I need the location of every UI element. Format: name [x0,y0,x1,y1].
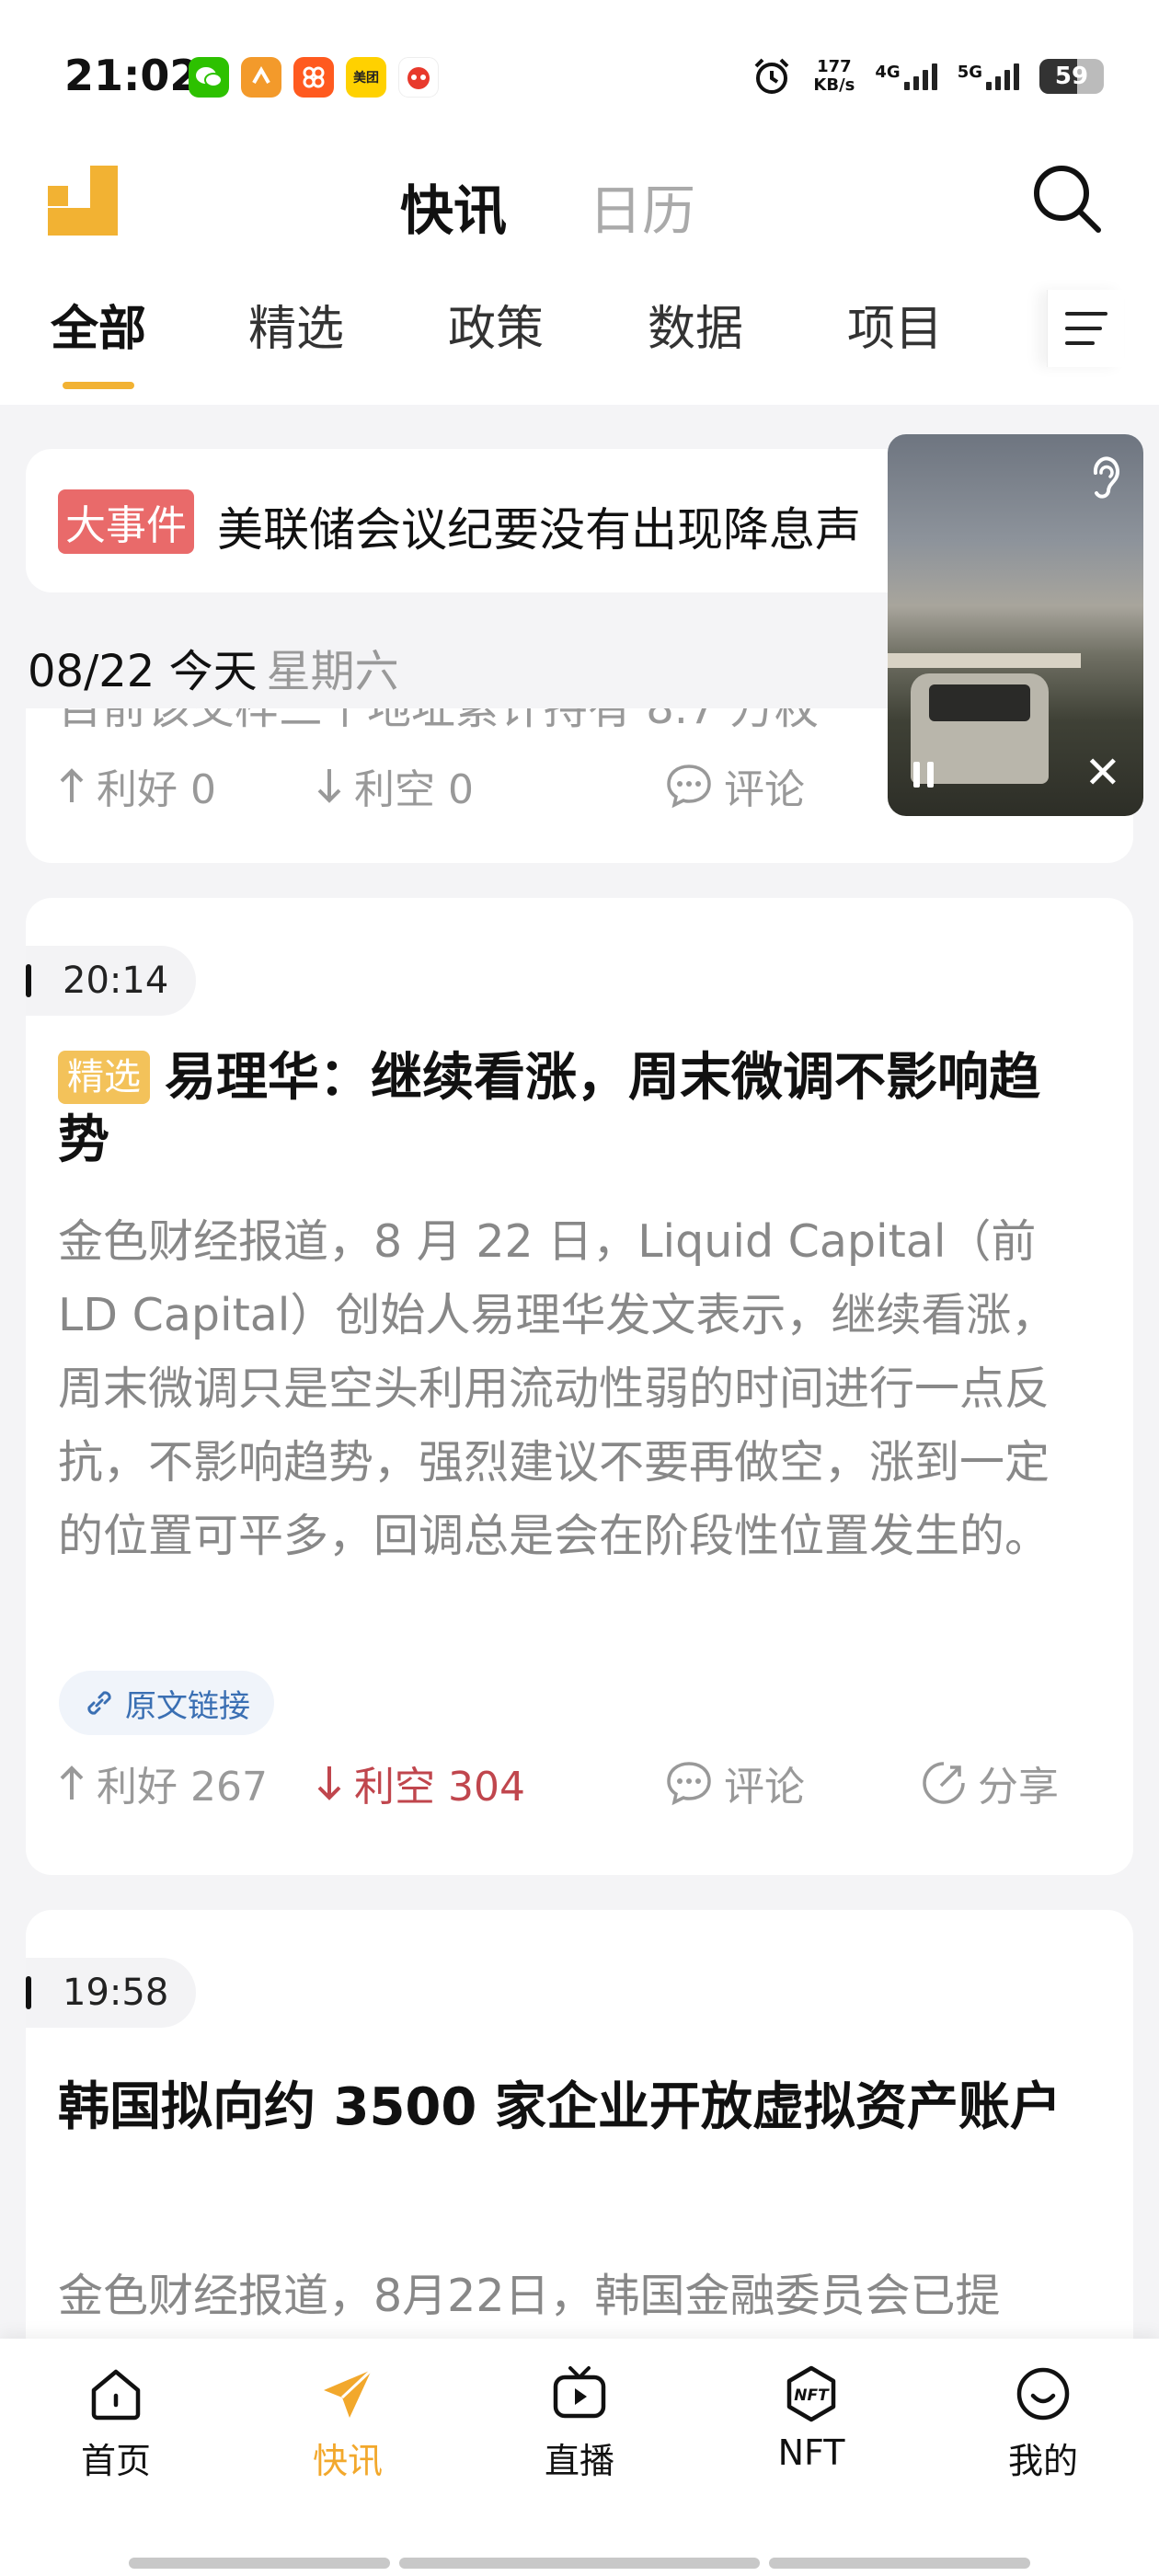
svg-text:NFT: NFT [794,2386,830,2405]
home-icon [91,2369,141,2421]
active-tab-indicator [63,382,134,389]
nav-nft[interactable]: NFT NFT [738,2364,885,2473]
nav-flash-news[interactable]: 快讯 [274,2364,421,2483]
category-tab-data[interactable]: 数据 [648,290,743,359]
bearish-button[interactable]: 利空 0 [316,756,665,815]
nav-home[interactable]: 首页 [42,2364,189,2483]
video-frame-canopy [888,653,1081,668]
tab-flash-news[interactable]: 快讯 [400,167,507,245]
gesture-bar [399,2558,760,2569]
tab-calendar[interactable]: 日历 [589,167,695,245]
gesture-bar [769,2558,1030,2569]
signal-bars-icon [903,63,937,90]
event-badge: 大事件 [58,489,194,554]
comment-icon [667,1762,711,1806]
news-body: 金色财经报道，8 月 22 日，Liquid Capital（前 LD Capi… [58,1215,1057,1562]
pause-icon[interactable] [913,762,934,788]
news-title[interactable]: 韩国拟向约 3500 家企业开放虚拟资产账户 [58,2066,1078,2149]
category-tabs: 全部 精选 政策 数据 项目 [0,290,1159,391]
status-bar: 21:02 美团 177 KB/s 4G 5G 59 [0,0,1159,156]
bullish-button[interactable]: 利好 0 [58,756,316,815]
menu-icon [1064,312,1107,345]
app-orange-icon [241,57,281,98]
arrow-down-icon [317,769,341,803]
battery-icon: 59 [1039,59,1104,94]
status-time: 21:02 [64,51,200,100]
wechat-icon [189,57,229,98]
share-button[interactable]: 分享 [921,1754,1059,1812]
floating-video-player[interactable]: ✕ [888,434,1143,816]
close-icon[interactable]: ✕ [1084,751,1121,795]
arrow-up-icon [60,1765,84,1800]
comment-button[interactable]: 评论 [665,756,805,815]
category-tab-policy[interactable]: 政策 [448,290,544,359]
category-tab-project[interactable]: 项目 [847,290,943,359]
signal-5g: 5G [958,63,1019,90]
link-icon [87,1691,111,1715]
date-header: 08/22 今天 星期六 [28,635,399,699]
signal-4g: 4G [875,63,937,90]
arrow-down-icon [317,1766,341,1800]
tv-play-icon [553,2366,606,2419]
nav-live[interactable]: 直播 [506,2364,653,2483]
signal-bars-icon [986,63,1019,90]
news-body: 金色财经报道，8月22日，韩国金融委员会已提 [58,2270,1001,2322]
search-icon[interactable] [1030,162,1104,236]
ear-icon[interactable] [1086,454,1123,502]
category-tab-all[interactable]: 全部 [51,290,146,359]
header: 快讯 日历 全部 精选 政策 数据 项目 [0,156,1159,405]
meituan-icon: 美团 [346,57,386,98]
category-tab-featured[interactable]: 精选 [248,290,344,359]
source-link-button[interactable]: 原文链接 [59,1671,274,1735]
event-headline: 美联储会议纪要没有出现降息声 [217,503,861,557]
action-bar: 利好 267 利空 304 评论 分享 [58,1754,1101,1812]
date-label: 08/22 今天 [28,646,258,697]
featured-tag: 精选 [58,1051,150,1104]
category-menu-button[interactable] [1047,290,1124,367]
smile-icon [1016,2367,1070,2421]
bottom-navigation: 首页 快讯 直播 NFT NFT 我的 [0,2339,1159,2576]
app-grid-icon [293,57,334,98]
news-card[interactable]: 20:14 精选 易理华：继续看涨，周末微调不影响趋势 金色财经报道，8 月 22… [26,898,1133,1875]
network-speed: 177 KB/s [813,57,855,95]
notification-app-icons: 美团 [189,57,439,98]
gesture-bar [129,2558,390,2569]
status-indicators: 177 KB/s 4G 5G 59 [751,55,1104,98]
weekday-label: 星期六 [266,646,399,697]
arrow-up-icon [60,768,84,802]
app-red-icon [398,57,439,98]
bearish-button[interactable]: 利空 304 [316,1754,665,1812]
bullish-button[interactable]: 利好 267 [58,1754,316,1812]
truncated-body: 目前该交样三个地址累计持有 8.7 万枚 [58,708,819,734]
alarm-icon [754,58,789,94]
share-icon [923,1762,965,1804]
time-badge: 19:58 [26,1958,197,2028]
comment-icon [667,765,711,809]
nft-icon: NFT [786,2365,836,2422]
time-badge: 20:14 [26,946,197,1016]
nav-profile[interactable]: 我的 [970,2364,1117,2483]
news-title[interactable]: 精选 易理华：继续看涨，周末微调不影响趋势 [58,1047,1078,1172]
comment-button[interactable]: 评论 [665,1754,921,1812]
app-logo-icon[interactable] [48,166,118,236]
paper-plane-icon [324,2368,373,2418]
